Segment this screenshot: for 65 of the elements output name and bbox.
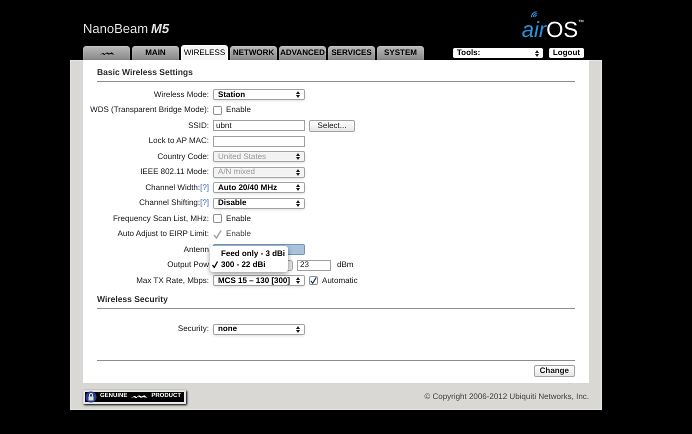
- mac-field[interactable]: [213, 136, 305, 147]
- select-arrows-icon: [296, 91, 300, 98]
- section-title: Basic Wireless Settings: [97, 67, 193, 77]
- checkbox[interactable]: [309, 276, 318, 286]
- help-link[interactable]: [?]: [200, 182, 209, 194]
- check-icon: [213, 230, 222, 239]
- check-icon: [310, 276, 317, 286]
- dropdown-select[interactable]: none: [213, 324, 305, 335]
- field-label: Country Code:: [157, 150, 209, 163]
- product-name: NanoBeam: [83, 20, 148, 38]
- dropdown-select[interactable]: MCS 15 – 130 [300]: [213, 275, 305, 286]
- select-arrows-icon: [296, 326, 300, 333]
- select-arrows-icon: [296, 184, 300, 192]
- change-button[interactable]: Change: [534, 365, 575, 377]
- logo-icon: [130, 394, 148, 399]
- select-arrows-icon: [534, 50, 539, 56]
- field-label: Frequency Scan List, MHz:: [112, 212, 209, 225]
- field-label: SSID:: [188, 120, 209, 132]
- field-label: Lock to AP MAC:: [148, 135, 209, 148]
- nav-tab[interactable]: MAIN: [132, 46, 179, 60]
- select-arrows-icon: [296, 277, 300, 284]
- nav-tab[interactable]: NETWORK: [230, 46, 277, 60]
- checkbox-label: Automatic: [322, 274, 358, 287]
- field-label: Antenn: [184, 244, 209, 256]
- field-label: IEEE 802.11 Mode:: [140, 166, 209, 178]
- field-label: WDS (Transparent Bridge Mode):: [90, 104, 209, 116]
- select-arrows-icon: [296, 153, 300, 160]
- nav-tab[interactable]: WIRELESS: [181, 45, 228, 60]
- field-label: Wireless Mode:: [154, 88, 209, 101]
- nav-tab[interactable]: SERVICES: [328, 46, 375, 60]
- ssid-field[interactable]: ubnt: [213, 120, 305, 132]
- checkbox[interactable]: [213, 214, 222, 224]
- nav-tab[interactable]: SYSTEM: [377, 46, 424, 60]
- logo-tab[interactable]: [83, 46, 130, 60]
- field-label: Channel Shifting:: [139, 197, 200, 210]
- tools-select[interactable]: Tools:: [452, 48, 543, 58]
- wifi-icon: [530, 11, 540, 18]
- checkbox-label: Enable: [226, 104, 251, 116]
- field-label: Security:: [178, 323, 209, 336]
- field-label: Channel Width:: [145, 182, 200, 194]
- checkbox-label: Enable: [226, 228, 251, 240]
- logo-os: OS: [546, 19, 578, 41]
- power-field[interactable]: 23: [297, 260, 331, 271]
- model-name: M5: [151, 20, 170, 38]
- checkbox[interactable]: [213, 106, 222, 115]
- dropdown-select[interactable]: Disable: [213, 198, 305, 209]
- section-title: Wireless Security: [97, 294, 168, 304]
- select-arrows-icon: [296, 200, 300, 207]
- copyright-text: © Copyright 2006-2012 Ubiquiti Networks, Inc.: [424, 390, 589, 402]
- help-link[interactable]: [?]: [200, 197, 209, 210]
- checkbox-label: Enable: [226, 212, 251, 225]
- nav-tab[interactable]: ADVANCED: [279, 46, 326, 60]
- select-button[interactable]: Select...: [309, 120, 355, 132]
- menu-option[interactable]: 300 - 22 dBi: [210, 259, 288, 270]
- menu-option[interactable]: Feed only - 3 dBi: [210, 248, 288, 259]
- field-label: Auto Adjust to EIRP Limit:: [118, 228, 209, 240]
- dropdown-select[interactable]: Station: [213, 89, 305, 100]
- field-label: Max TX Rate, Mbps:: [136, 274, 209, 287]
- unit-label: dBm: [337, 259, 354, 272]
- logout-button[interactable]: Logout: [548, 48, 584, 58]
- logo-air: air: [522, 19, 546, 41]
- logo-icon: [98, 50, 114, 56]
- select-arrows-icon: [296, 168, 300, 176]
- dropdown-select[interactable]: Auto 20/40 MHz: [213, 182, 305, 194]
- field-label: Output Pow: [167, 259, 209, 272]
